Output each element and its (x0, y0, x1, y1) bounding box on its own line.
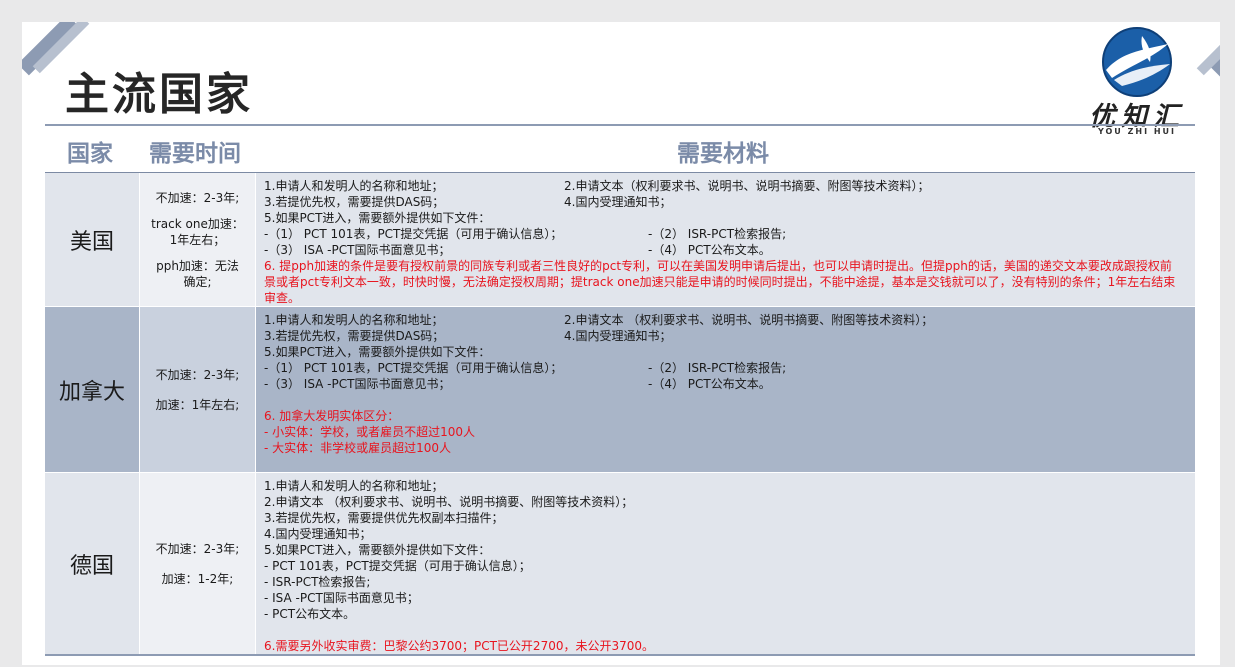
materials-cell: 1.申请人和发明人的名称和地址； 2.申请文本（权利要求书、说明书、说明书摘要、附… (256, 173, 1195, 306)
material-line: 4.国内受理通知书； (264, 527, 372, 541)
material-item: 5.如果PCT进入，需要额外提供如下文件： (264, 345, 491, 359)
time-line: 1年左右； (169, 232, 226, 247)
country-cell: 美国 (45, 173, 139, 306)
country-cell: 加拿大 (45, 307, 139, 472)
materials-cell: 1.申请人和发明人的名称和地址； 2.申请文本 （权利要求书、说明书、说明书摘要… (256, 473, 1195, 654)
time-line: 加速：1-2年; (161, 571, 234, 586)
material-item: 2.申请文本 （权利要求书、说明书、说明书摘要、附图等技术资料）； (564, 313, 934, 327)
page-title: 主流国家 (65, 69, 253, 120)
country-cell: 德国 (45, 473, 139, 654)
material-line: 1.申请人和发明人的名称和地址； (264, 479, 444, 493)
time-line: 不加速：2-3年; (155, 541, 240, 556)
table-row-de: 德国 不加速：2-3年; 加速：1-2年; 1.申请人和发明人的名称和地址； 2… (45, 473, 1195, 656)
note-line: 6. 加拿大发明实体区分： (264, 409, 400, 423)
material-line: 1.申请人和发明人的名称和地址； 2.申请文本（权利要求书、说明书、说明书摘要、附… (264, 178, 1195, 194)
material-item: -（1） PCT 101表，PCT提交凭据（可用于确认信息）； (264, 361, 563, 375)
table-row-ca: 加拿大 不加速：2-3年; 加速：1年左右; 1.申请人和发明人的名称和地址； 2… (45, 307, 1195, 473)
time-line: pph加速：无法 (156, 258, 239, 273)
material-item: 4.国内受理通知书； (564, 329, 672, 343)
note-line: - 小实体：学校，或者雇员不超过100人 (264, 425, 476, 439)
material-item: -（3） ISA -PCT国际书面意见书； (264, 243, 451, 257)
material-line: - PCT公布文本。 (264, 607, 356, 621)
material-item: 2.申请文本（权利要求书、说明书、说明书摘要、附图等技术资料）； (564, 179, 930, 193)
time-line: 不加速：2-3年; (155, 367, 240, 382)
material-item: -（4） PCT公布文本。 (648, 243, 771, 257)
material-line: 3.若提优先权，需要提供优先权副本扫描件； (264, 511, 504, 525)
table-header: 国家 需要时间 需要材料 (45, 124, 1195, 173)
material-line: 1.申请人和发明人的名称和地址； 2.申请文本 （权利要求书、说明书、说明书摘要、… (264, 312, 1195, 328)
material-line: 5.如果PCT进入，需要额外提供如下文件： (264, 344, 1195, 360)
material-item: -（2） ISR-PCT检索报告; (648, 227, 787, 241)
material-item: 5.如果PCT进入，需要额外提供如下文件： (264, 211, 491, 225)
header-time: 需要时间 (149, 141, 241, 167)
time-line: track one加速： (151, 216, 244, 231)
material-line: 5.如果PCT进入，需要额外提供如下文件： (264, 210, 1195, 226)
header-materials: 需要材料 (677, 141, 769, 167)
material-item: 1.申请人和发明人的名称和地址； (264, 313, 444, 327)
material-item: 1.申请人和发明人的名称和地址； (264, 179, 444, 193)
time-cell: 不加速：2-3年; 加速：1-2年; (140, 473, 255, 654)
note-line: - 大实体：非学校或雇员超过100人 (264, 441, 452, 455)
material-item: 3.若提优先权，需要提供DAS码； (264, 195, 445, 209)
table-row-us: 美国 不加速：2-3年; track one加速： 1年左右； pph加速：无法… (45, 173, 1195, 307)
header-country: 国家 (67, 141, 113, 167)
material-line: 5.如果PCT进入，需要额外提供如下文件： (264, 543, 491, 557)
time-line: 不加速：2-3年; (155, 190, 240, 205)
material-item: 3.若提优先权，需要提供DAS码； (264, 329, 445, 343)
note-line: 6.需要另外收实审费：巴黎公约3700；PCT已公开2700，未公开3700。 (264, 639, 655, 653)
material-item: -（2） ISR-PCT检索报告; (648, 361, 787, 375)
material-line: -（3） ISA -PCT国际书面意见书； -（4） PCT公布文本。 (264, 376, 1195, 392)
material-line: 2.申请文本 （权利要求书、说明书、说明书摘要、附图等技术资料）； (264, 495, 634, 509)
materials-cell: 1.申请人和发明人的名称和地址； 2.申请文本 （权利要求书、说明书、说明书摘要、… (256, 307, 1195, 472)
time-line: 确定; (183, 274, 212, 289)
material-line: -（1） PCT 101表，PCT提交凭据（可用于确认信息）； -（2） ISR-… (264, 226, 1195, 242)
material-line: - ISR-PCT检索报告; (264, 575, 371, 589)
material-line: 3.若提优先权，需要提供DAS码； 4.国内受理通知书； (264, 194, 1195, 210)
note-text: 6. 提pph加速的条件是要有授权前景的同族专利或者三性良好的pct专利，可以在… (264, 259, 1176, 305)
material-line: -（1） PCT 101表，PCT提交凭据（可用于确认信息）； -（2） ISR-… (264, 360, 1195, 376)
material-item: -（4） PCT公布文本。 (648, 377, 771, 391)
material-item: -（3） ISA -PCT国际书面意见书； (264, 377, 451, 391)
material-line: 3.若提优先权，需要提供DAS码； 4.国内受理通知书； (264, 328, 1195, 344)
time-cell: 不加速：2-3年; track one加速： 1年左右； pph加速：无法 确定… (140, 173, 255, 306)
material-line: -（3） ISA -PCT国际书面意见书； -（4） PCT公布文本。 (264, 242, 1195, 258)
material-line: - ISA -PCT国际书面意见书； (264, 591, 419, 605)
time-cell: 不加速：2-3年; 加速：1年左右; (140, 307, 255, 472)
materials-table: 国家 需要时间 需要材料 美国 不加速：2-3年; track one加速： 1… (45, 124, 1195, 656)
material-item: -（1） PCT 101表，PCT提交凭据（可用于确认信息）； (264, 227, 563, 241)
material-line: - PCT 101表，PCT提交凭据（可用于确认信息）； (264, 559, 531, 573)
material-item: 4.国内受理通知书； (564, 195, 672, 209)
time-line: 加速：1年左右; (155, 397, 240, 412)
